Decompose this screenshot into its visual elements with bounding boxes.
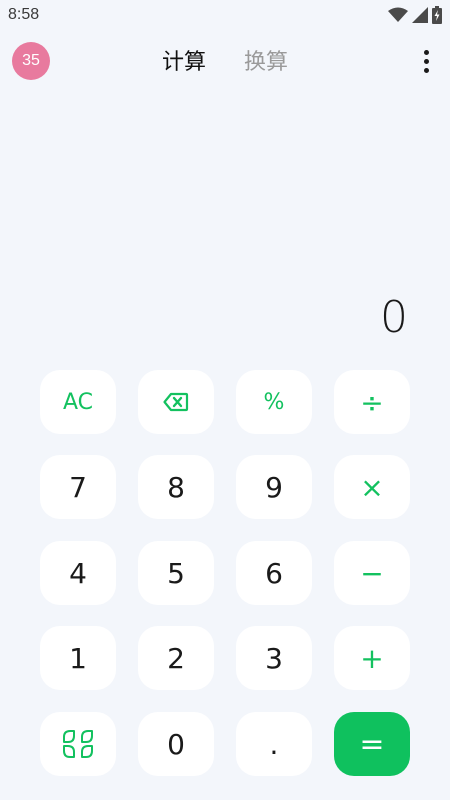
- equals-label: =: [359, 726, 385, 762]
- digit-8-button[interactable]: 8: [138, 455, 214, 519]
- subtract-label: −: [360, 556, 384, 590]
- digit-4-button[interactable]: 4: [40, 541, 116, 605]
- digit-1-label: 1: [69, 641, 87, 675]
- more-vertical-icon[interactable]: [420, 46, 432, 76]
- clear-button[interactable]: AC: [40, 370, 116, 434]
- equals-button[interactable]: =: [334, 712, 410, 776]
- clear-label: AC: [62, 389, 94, 415]
- status-bar: 8:58: [0, 0, 450, 30]
- battery-charging-icon: [432, 6, 442, 24]
- result-display: 0: [380, 292, 408, 343]
- digit-3-button[interactable]: 3: [236, 626, 312, 690]
- backspace-icon: [163, 392, 189, 412]
- tab-calculate[interactable]: 计算: [162, 47, 206, 77]
- digit-6-label: 6: [265, 556, 283, 590]
- add-label: +: [360, 641, 384, 675]
- multiply-label: ×: [360, 470, 384, 504]
- digit-6-button[interactable]: 6: [236, 541, 312, 605]
- mode-tabs: 计算 换算: [0, 47, 450, 77]
- digit-2-button[interactable]: 2: [138, 626, 214, 690]
- digit-3-label: 3: [265, 641, 283, 675]
- digit-0-label: 0: [167, 727, 185, 761]
- digit-2-label: 2: [167, 641, 185, 675]
- calculator-screen: 8:58 3 5 计算 换算 0 AC % ÷ 7 8 9 × 4 5 6 − 1…: [0, 0, 450, 800]
- digit-7-button[interactable]: 7: [40, 455, 116, 519]
- percent-button[interactable]: %: [236, 370, 312, 434]
- wifi-icon: [388, 7, 408, 23]
- status-time: 8:58: [8, 6, 40, 23]
- digit-7-label: 7: [69, 470, 87, 504]
- decimal-point-button[interactable]: .: [236, 712, 312, 776]
- scientific-toggle-button[interactable]: [40, 712, 116, 776]
- digit-9-button[interactable]: 9: [236, 455, 312, 519]
- digit-4-label: 4: [69, 556, 87, 590]
- scientific-toggle-icon: [61, 728, 95, 760]
- digit-5-button[interactable]: 5: [138, 541, 214, 605]
- digit-9-label: 9: [265, 470, 283, 504]
- digit-8-label: 8: [167, 470, 185, 504]
- digit-5-label: 5: [167, 556, 185, 590]
- multiply-button[interactable]: ×: [334, 455, 410, 519]
- divide-label: ÷: [360, 385, 384, 419]
- percent-label: %: [263, 389, 285, 415]
- divide-button[interactable]: ÷: [334, 370, 410, 434]
- digit-1-button[interactable]: 1: [40, 626, 116, 690]
- signal-icon: [412, 7, 428, 23]
- subtract-button[interactable]: −: [334, 541, 410, 605]
- tab-convert[interactable]: 换算: [244, 47, 288, 77]
- decimal-point-label: .: [269, 727, 279, 761]
- digit-0-button[interactable]: 0: [138, 712, 214, 776]
- backspace-button[interactable]: [138, 370, 214, 434]
- status-icons: [388, 6, 442, 24]
- add-button[interactable]: +: [334, 626, 410, 690]
